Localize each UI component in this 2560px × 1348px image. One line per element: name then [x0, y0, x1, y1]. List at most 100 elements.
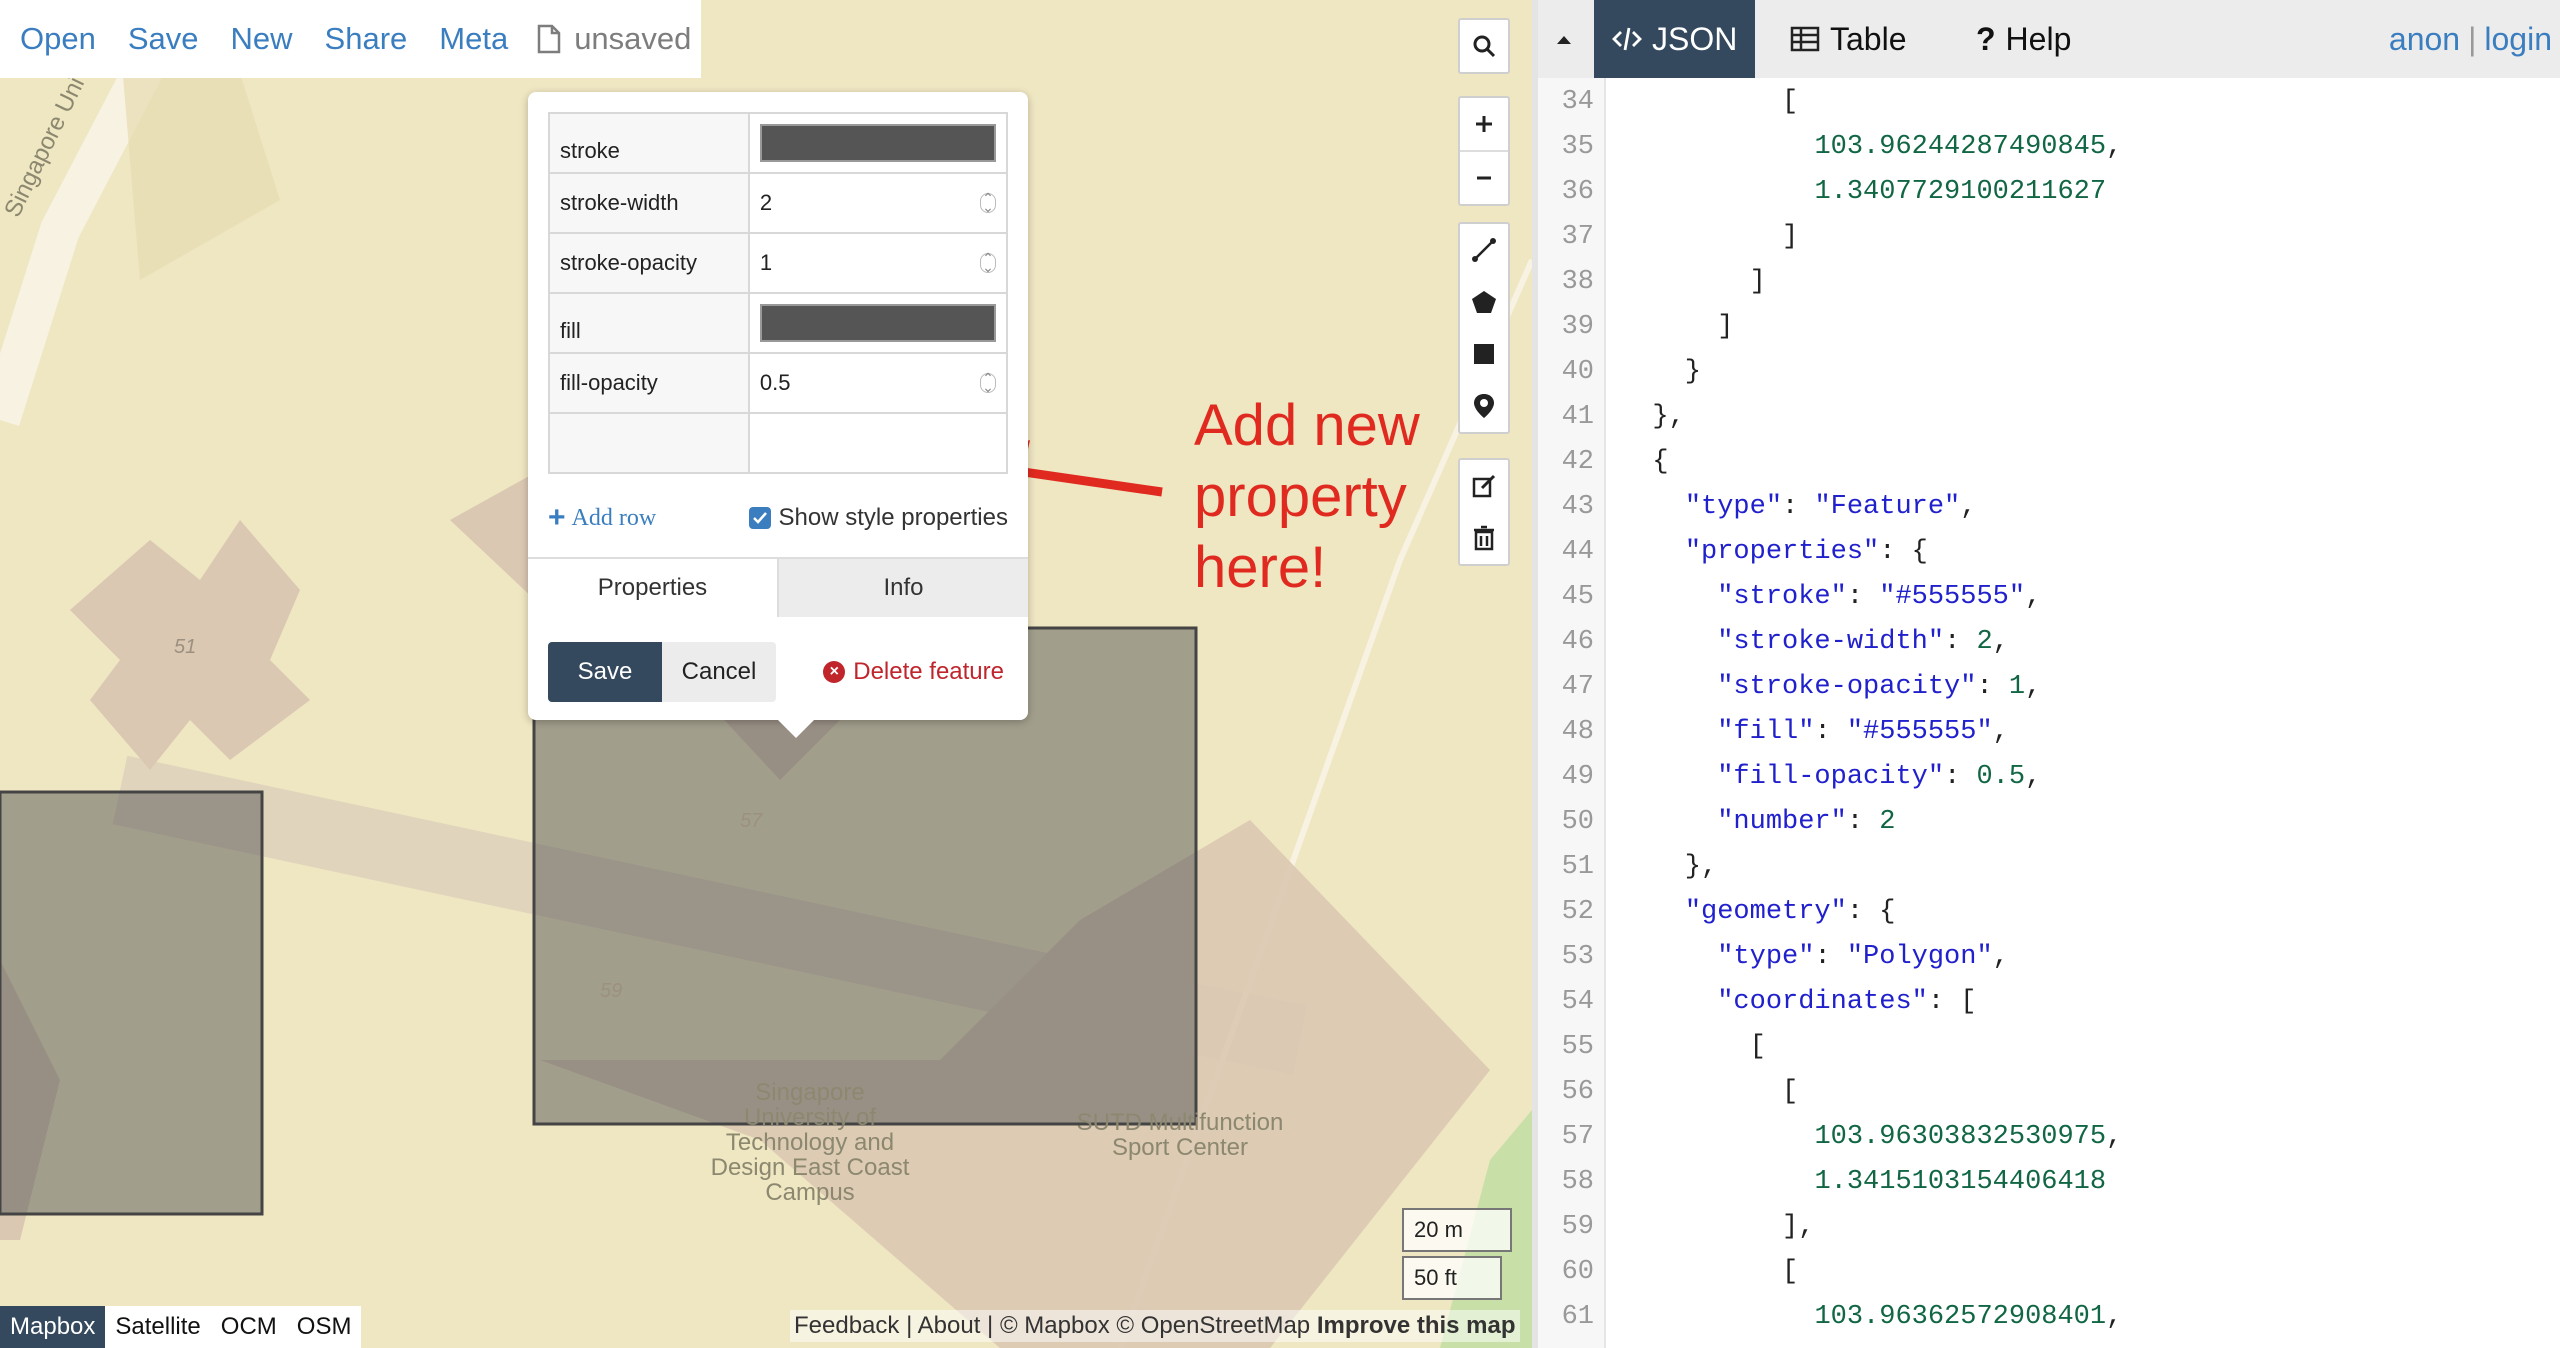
property-key-input[interactable] [548, 412, 750, 474]
polygon-feature-left [0, 790, 264, 1216]
file-icon [537, 24, 561, 54]
file-toolbar: Open Save New Share Meta unsaved [0, 0, 702, 78]
color-picker[interactable] [759, 124, 996, 162]
color-picker[interactable] [759, 304, 996, 342]
draw-line-button[interactable] [1460, 224, 1508, 276]
code-line: 41 }, [1538, 395, 2560, 440]
code-line: 54 "coordinates": [ [1538, 980, 2560, 1025]
line-number: 43 [1561, 492, 1594, 522]
property-key-input[interactable]: fill-opacity [548, 352, 750, 414]
tab-table[interactable]: Table [1772, 0, 1925, 78]
tab-json[interactable]: JSON [1594, 0, 1756, 78]
code-line: 39 ] [1538, 305, 2560, 350]
edit-layers-button[interactable] [1460, 460, 1508, 512]
line-number: 61 [1561, 1302, 1594, 1332]
property-key-input[interactable]: fill [548, 292, 750, 354]
tab-help-label: Help [2005, 20, 2072, 57]
annotation-text: Add new property here! [1194, 393, 1420, 600]
share-button[interactable]: Share [309, 0, 424, 78]
line-number: 56 [1561, 1077, 1594, 1107]
show-style-checkbox[interactable] [748, 507, 771, 529]
close-circle-icon: × [823, 661, 846, 683]
layer-satellite[interactable]: Satellite [105, 1306, 210, 1348]
code-line: 52 "geometry": { [1538, 890, 2560, 935]
number-input[interactable]: 2 ⌃ ⌄ [750, 175, 1006, 231]
code-text: "stroke": "#555555", [1717, 582, 2042, 612]
tab-info[interactable]: Info [779, 557, 1028, 617]
line-number: 55 [1561, 1032, 1594, 1062]
login-link[interactable]: login [2484, 21, 2552, 57]
save-button[interactable]: Save [112, 0, 215, 78]
rectangle-icon [1474, 344, 1494, 364]
code-line: 40 } [1538, 350, 2560, 395]
code-text: "coordinates": [ [1717, 987, 1977, 1017]
layer-mapbox[interactable]: Mapbox [0, 1306, 106, 1348]
line-number: 54 [1561, 987, 1594, 1017]
search-control [1458, 18, 1510, 74]
property-key-input[interactable]: stroke-opacity [548, 232, 750, 294]
property-value-cell: 0.5 ⌃ ⌄ [747, 352, 1009, 414]
code-line: 59 ], [1538, 1205, 2560, 1250]
delete-feature-label: Delete feature [853, 658, 1004, 685]
property-key-input[interactable]: stroke [548, 112, 750, 174]
new-button[interactable]: New [215, 0, 309, 78]
search-icon [1473, 35, 1496, 58]
code-line: 38 ] [1538, 260, 2560, 305]
delete-feature-button[interactable]: × Delete feature [823, 658, 1008, 686]
tab-table-label: Table [1830, 20, 1907, 57]
zoom-in-button[interactable] [1460, 98, 1508, 150]
line-number: 38 [1561, 267, 1594, 297]
stepper-icon[interactable]: ⌃ ⌄ [980, 251, 996, 274]
properties-table: stroke stroke-width 2 ⌃ ⌄ stroke-opacity 1 ⌃ ⌄ fi… [548, 112, 1009, 474]
collapse-button[interactable] [1550, 26, 1578, 54]
property-value-cell [747, 292, 1009, 354]
draw-control [1458, 222, 1510, 434]
user-link[interactable]: anon [2389, 21, 2460, 57]
osm-link[interactable]: © OpenStreetMap [1116, 1312, 1310, 1339]
layer-ocm[interactable]: OCM [211, 1306, 287, 1348]
add-row-button[interactable]: + Add row [548, 503, 656, 533]
code-text: "type": "Feature", [1684, 492, 1977, 522]
layer-switcher: Mapbox Satellite OCM OSM [0, 1306, 362, 1348]
popup-actions: Save Cancel × Delete feature [548, 642, 1008, 702]
json-editor[interactable]: 34 [35 103.96244287490845, 36 1.340772910… [1538, 78, 2560, 1348]
tab-help[interactable]: ? Help [1958, 0, 2089, 78]
layer-osm[interactable]: OSM [287, 1306, 362, 1348]
property-value-cell: 1 ⌃ ⌄ [747, 232, 1009, 294]
open-button[interactable]: Open [4, 0, 112, 78]
line-number: 35 [1561, 132, 1594, 162]
meta-button[interactable]: Meta [423, 0, 524, 78]
property-value-input[interactable] [747, 412, 1009, 474]
feature-popup: stroke stroke-width 2 ⌃ ⌄ stroke-opacity 1 ⌃ ⌄ fi… [528, 92, 1028, 738]
popup-cancel-button[interactable]: Cancel [662, 642, 776, 702]
zoom-out-button[interactable] [1460, 150, 1508, 204]
improve-map-link[interactable]: Improve this map [1317, 1312, 1516, 1339]
building-number: 51 [174, 636, 197, 658]
delete-layers-button[interactable] [1460, 512, 1508, 564]
stepper-icon[interactable]: ⌃ ⌄ [980, 191, 996, 214]
draw-rectangle-button[interactable] [1460, 328, 1508, 380]
code-text: 103.96303832530975, [1814, 1122, 2123, 1152]
draw-marker-button[interactable] [1460, 380, 1508, 432]
about-link[interactable]: About [918, 1312, 981, 1339]
code-line: 42 { [1538, 440, 2560, 485]
stepper-icon[interactable]: ⌃ ⌄ [980, 371, 996, 394]
show-style-toggle: Show style properties [748, 504, 1008, 532]
tab-properties[interactable]: Properties [528, 557, 779, 617]
search-button[interactable] [1460, 20, 1508, 72]
code-line: 51 }, [1538, 845, 2560, 890]
feedback-link[interactable]: Feedback [794, 1312, 899, 1339]
line-number: 47 [1561, 672, 1594, 702]
property-key-input[interactable]: stroke-width [548, 172, 750, 234]
popup-save-button[interactable]: Save [548, 642, 662, 702]
draw-polygon-button[interactable] [1460, 276, 1508, 328]
code-line: 49 "fill-opacity": 0.5, [1538, 755, 2560, 800]
line-number: 58 [1561, 1167, 1594, 1197]
number-input[interactable]: 1 ⌃ ⌄ [750, 235, 1006, 291]
mapbox-link[interactable]: © Mapbox [1000, 1312, 1110, 1339]
line-number: 59 [1561, 1212, 1594, 1242]
number-input[interactable]: 0.5 ⌃ ⌄ [750, 355, 1006, 411]
property-value-cell [747, 112, 1009, 174]
map-canvas[interactable]: Singapore University of Technology and D… [0, 0, 1532, 1348]
code-line: 35 103.96244287490845, [1538, 125, 2560, 170]
